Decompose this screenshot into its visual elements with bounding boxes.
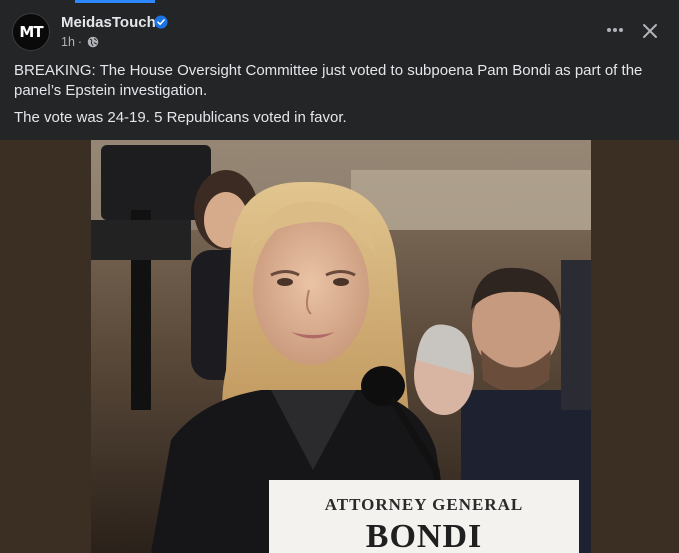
post-header: MT MeidasTouch 1h · <box>0 0 679 58</box>
post-timestamp-link[interactable]: 1h <box>61 35 75 49</box>
verified-badge-icon <box>154 15 168 29</box>
nameplate-title: ATTORNEY GENERAL <box>325 495 523 514</box>
globe-icon[interactable] <box>87 36 99 48</box>
post-photo[interactable]: ATTORNEY GENERAL BONDI <box>91 140 591 553</box>
nameplate-name: BONDI <box>366 518 482 553</box>
hearing-photo: ATTORNEY GENERAL BONDI <box>91 140 591 553</box>
more-options-button[interactable] <box>600 18 630 42</box>
post-meta: 1h · <box>61 35 99 49</box>
post-text-paragraph: BREAKING: The House Oversight Committee … <box>14 62 643 99</box>
avatar[interactable]: MT <box>12 13 50 51</box>
meta-separator: · <box>77 35 83 49</box>
post-body: BREAKING: The House Oversight Committee … <box>14 61 654 135</box>
post-media[interactable]: ATTORNEY GENERAL BONDI <box>0 140 679 553</box>
post-text-paragraph: The vote was 24-19. 5 Republicans voted … <box>14 109 347 126</box>
page-name-link[interactable]: MeidasTouch <box>61 14 156 31</box>
close-icon <box>643 24 657 38</box>
close-button[interactable] <box>636 17 664 45</box>
more-options-icon <box>607 28 623 32</box>
